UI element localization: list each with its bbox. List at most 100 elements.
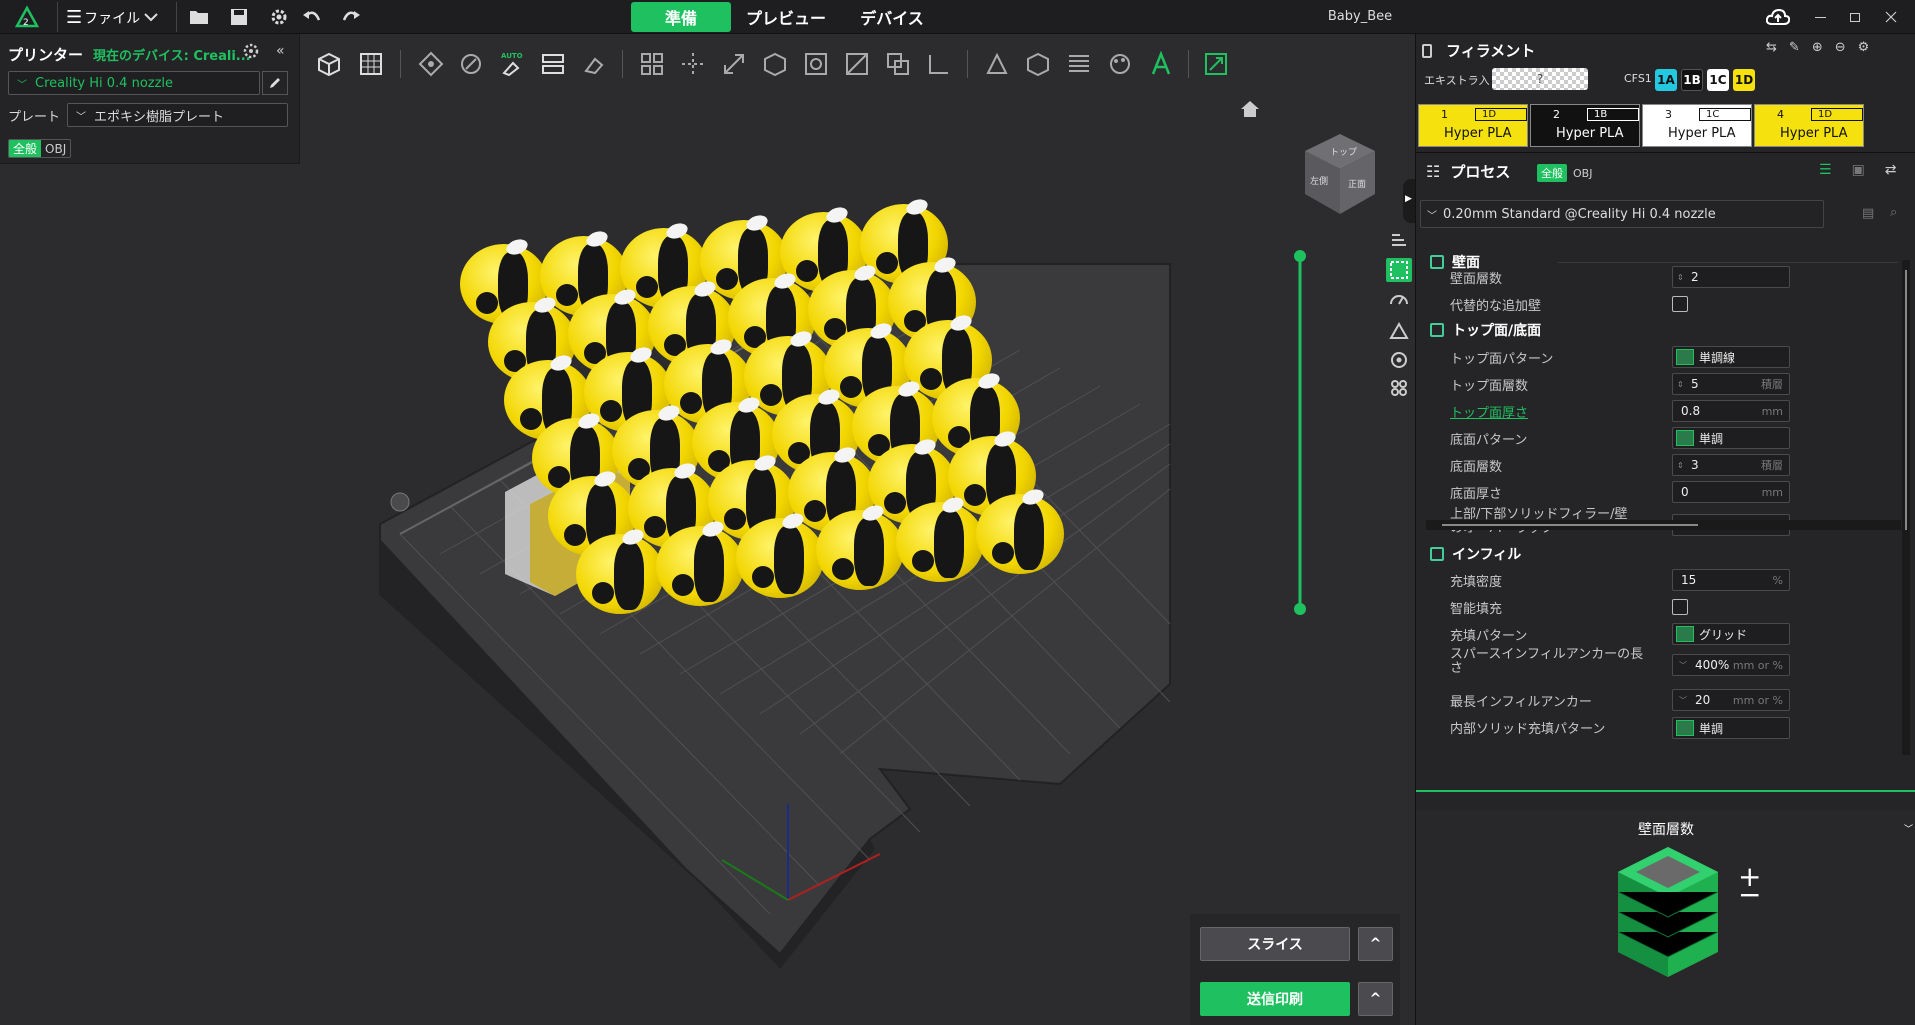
vertical-scrollbar[interactable]: [1902, 260, 1910, 755]
arrange-icon[interactable]: [1389, 378, 1409, 398]
tab-general[interactable]: 全般: [9, 140, 42, 157]
support-paint-icon[interactable]: [978, 46, 1016, 82]
bottom-pattern-select[interactable]: 単調: [1672, 427, 1790, 449]
top-thickness-input[interactable]: 0.8 mm: [1672, 400, 1790, 422]
hollow-icon[interactable]: [797, 46, 835, 82]
measure-icon[interactable]: [920, 46, 958, 82]
support-icon[interactable]: [1389, 320, 1409, 340]
filament-item-1[interactable]: 1 1D Hyper PLA: [1418, 104, 1528, 147]
seam-icon[interactable]: [1019, 46, 1057, 82]
tab-obj[interactable]: OBJ: [1567, 164, 1598, 182]
anchor-input[interactable]: ﹀ 400% mm or %: [1672, 654, 1790, 676]
bee-model[interactable]: [656, 518, 744, 606]
bee-model[interactable]: [576, 526, 664, 614]
bee-model[interactable]: [896, 494, 984, 582]
slot-chip-1b[interactable]: 1B: [1681, 69, 1703, 91]
tab-general[interactable]: 全般: [1537, 164, 1567, 182]
save-icon[interactable]: [222, 0, 256, 34]
top-thickness-label[interactable]: トップ面厚さ: [1450, 398, 1528, 424]
restore-icon[interactable]: [1838, 0, 1872, 34]
filament-item-4[interactable]: 4 1D Hyper PLA: [1754, 104, 1864, 147]
undo-icon[interactable]: [295, 0, 329, 34]
target-icon[interactable]: [1389, 350, 1409, 370]
chevron-down-icon[interactable]: [134, 0, 168, 34]
slot-chip-1c[interactable]: 1C: [1707, 69, 1729, 91]
move-icon[interactable]: [674, 46, 712, 82]
tab-preview[interactable]: プレビュー: [736, 2, 836, 32]
settings-gear-icon[interactable]: [262, 0, 296, 34]
slot-chip-1a[interactable]: 1A: [1655, 69, 1677, 91]
variable-layer-icon[interactable]: [1060, 46, 1098, 82]
alt-extra-wall-checkbox[interactable]: [1672, 296, 1688, 312]
slice-options-caret[interactable]: ^: [1358, 927, 1393, 961]
nozzle-select[interactable]: ﹀ Creality Hi 0.4 nozzle: [8, 71, 260, 95]
compare-icon[interactable]: ▣: [1852, 162, 1865, 178]
search-icon[interactable]: ⌕: [1890, 205, 1897, 220]
auto-arrange-icon[interactable]: AUTO: [493, 46, 531, 82]
extruder-color-swatch[interactable]: ?: [1492, 68, 1588, 90]
slice-button[interactable]: スライス: [1200, 927, 1350, 961]
3d-viewport[interactable]: 01 トップ 左側 正面 ▶ スライス ^ 送信印刷 ^: [300, 34, 1415, 1025]
collapse-panel-icon[interactable]: «: [276, 43, 285, 59]
filament-gear-icon[interactable]: ⚙: [1858, 40, 1870, 55]
assembly-view-icon[interactable]: [1197, 46, 1235, 82]
infill-pattern-select[interactable]: グリッド: [1672, 623, 1790, 645]
send-options-caret[interactable]: ^: [1358, 982, 1393, 1016]
remove-circle-icon[interactable]: ⊖: [1835, 40, 1846, 55]
add-circle-icon[interactable]: ⊕: [1812, 40, 1823, 55]
bee-model[interactable]: [816, 502, 904, 590]
solid-pattern-select[interactable]: 単調: [1672, 717, 1790, 739]
top-pattern-select[interactable]: 単調線: [1672, 346, 1790, 368]
tab-obj[interactable]: OBJ: [41, 140, 70, 157]
tab-device[interactable]: デバイス: [842, 2, 942, 32]
scale-icon[interactable]: [715, 46, 753, 82]
wall-loops-input[interactable]: ⇕ 2: [1672, 266, 1790, 288]
select-region-icon[interactable]: [1386, 258, 1412, 282]
filament-edit-icon[interactable]: ✎: [1789, 40, 1800, 55]
bee-model[interactable]: [976, 486, 1064, 574]
add-cube-icon[interactable]: [310, 46, 348, 82]
slot-chip-1d[interactable]: 1D: [1733, 69, 1755, 91]
tab-prepare[interactable]: 準備: [631, 2, 731, 32]
collapse-sidebar-handle[interactable]: ▶: [1403, 179, 1415, 223]
view-cube[interactable]: トップ 左側 正面: [1300, 129, 1380, 219]
color-paint-icon[interactable]: [1101, 46, 1139, 82]
current-device-link[interactable]: 現在のデバイス: Creali...: [93, 45, 251, 64]
viewport-left-area[interactable]: [0, 164, 300, 1025]
density-input[interactable]: 15%: [1672, 569, 1790, 591]
send-print-button[interactable]: 送信印刷: [1200, 982, 1350, 1016]
cut-icon[interactable]: [838, 46, 876, 82]
swap-icon[interactable]: ⇄: [1885, 162, 1897, 178]
speed-gauge-icon[interactable]: [1389, 290, 1409, 310]
orient-icon[interactable]: [412, 46, 450, 82]
save-preset-icon[interactable]: ▤: [1862, 206, 1874, 221]
open-folder-icon[interactable]: [182, 0, 216, 34]
printer-settings-gear-icon[interactable]: [242, 42, 260, 64]
process-preset-select[interactable]: ﹀ 0.20mm Standard @Creality Hi 0.4 nozzl…: [1420, 200, 1824, 228]
layers-icon[interactable]: [1389, 230, 1409, 250]
file-menu[interactable]: ☰ ファイル: [66, 7, 140, 28]
plate-select[interactable]: ﹀ エポキシ樹脂プレート: [67, 103, 288, 127]
grid-select-icon[interactable]: [633, 46, 671, 82]
close-icon[interactable]: [1874, 0, 1908, 34]
bee-model[interactable]: [736, 510, 824, 598]
redo-icon[interactable]: [334, 0, 368, 34]
bottom-thickness-input[interactable]: 0 mm: [1672, 481, 1790, 503]
add-plate-icon[interactable]: [352, 46, 390, 82]
text-tool-icon[interactable]: [1142, 46, 1180, 82]
max-anchor-input[interactable]: ﹀ 20 mm or %: [1672, 689, 1790, 711]
rotate-icon[interactable]: [756, 46, 794, 82]
smart-fill-checkbox[interactable]: [1672, 599, 1688, 615]
erase-icon[interactable]: [575, 46, 613, 82]
top-layers-input[interactable]: ⇕ 5 積層: [1672, 373, 1790, 395]
edit-pencil-icon[interactable]: [262, 71, 288, 95]
minimize-icon[interactable]: [1803, 0, 1837, 34]
filament-item-2[interactable]: 2 1B Hyper PLA: [1530, 104, 1640, 147]
bottom-layers-input[interactable]: ⇕ 3 積層: [1672, 454, 1790, 476]
horizontal-scrollbar[interactable]: [1426, 520, 1901, 530]
sync-icon[interactable]: ⇆: [1766, 40, 1777, 55]
auto-orient-icon[interactable]: [452, 46, 490, 82]
boolean-icon[interactable]: [879, 46, 917, 82]
list-view-icon[interactable]: ☰: [1819, 162, 1832, 178]
arrange-icon[interactable]: [534, 46, 572, 82]
